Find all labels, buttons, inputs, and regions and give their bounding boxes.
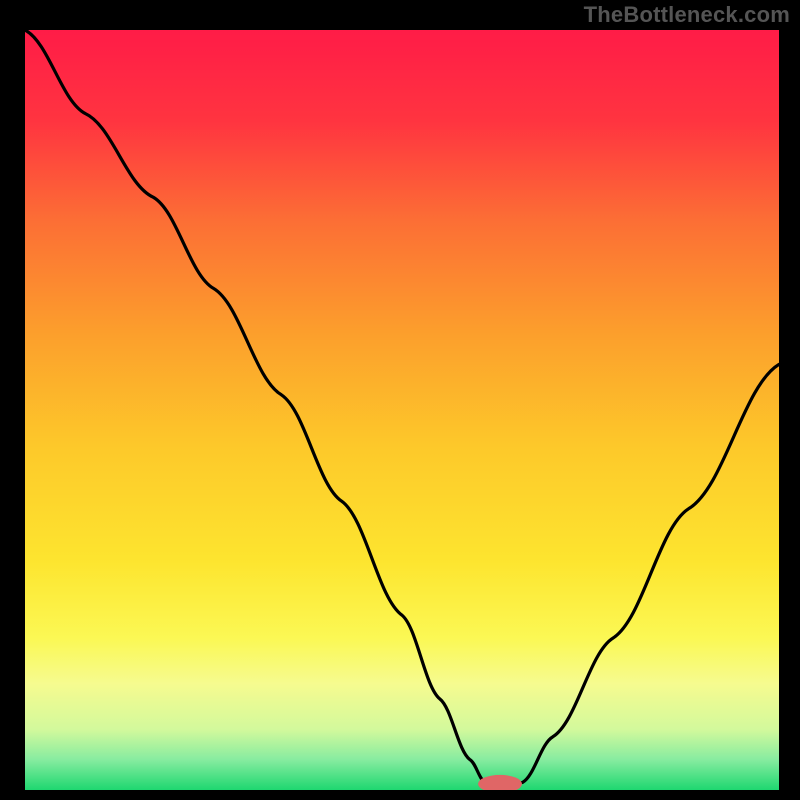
bottleneck-plot bbox=[25, 30, 779, 790]
gradient-background bbox=[25, 30, 779, 790]
watermark-text: TheBottleneck.com bbox=[584, 2, 790, 28]
chart-frame: TheBottleneck.com bbox=[0, 0, 800, 800]
